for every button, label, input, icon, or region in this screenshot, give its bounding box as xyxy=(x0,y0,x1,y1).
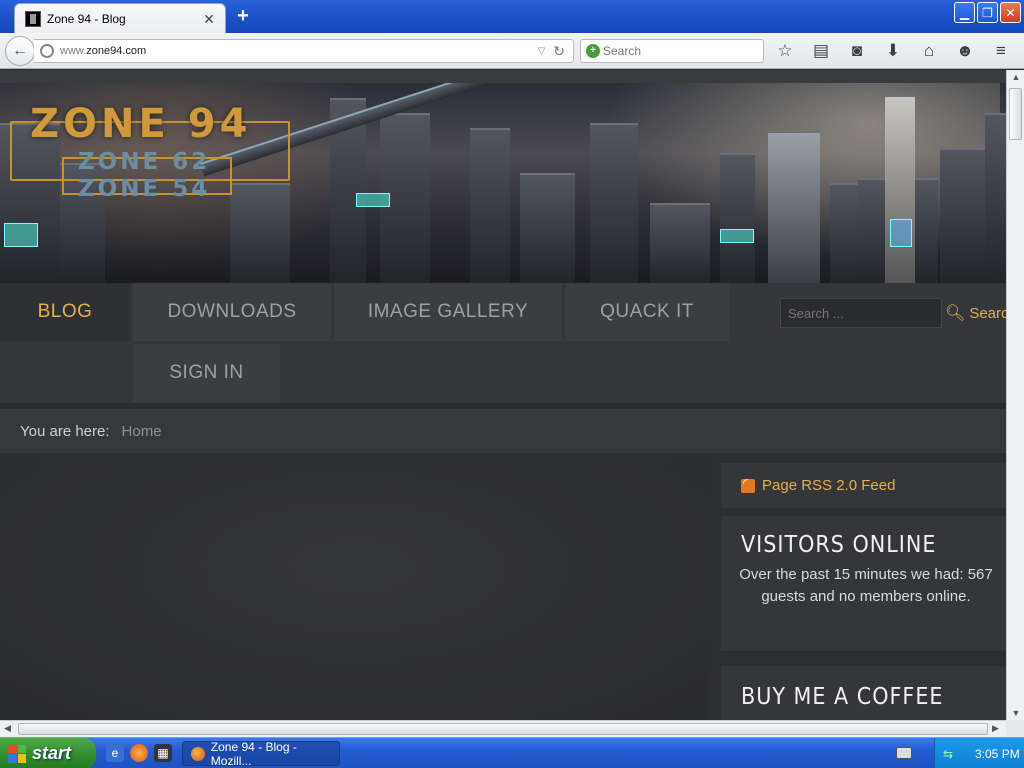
tab-close-icon[interactable]: ✕ xyxy=(201,11,217,27)
new-tab-button[interactable]: + xyxy=(232,6,254,26)
browser-titlebar: Zone 94 - Blog ✕ + ▁ ❐ ✕ xyxy=(0,0,1024,33)
browser-search-placeholder: Search xyxy=(603,44,642,58)
scroll-down-icon[interactable]: ▼ xyxy=(1010,708,1022,718)
building xyxy=(940,148,985,283)
coffee-title: BUY ME A COFFEE xyxy=(741,684,944,710)
history-dropdown-icon[interactable]: ▽ xyxy=(538,46,546,57)
browser-toolbar: ☆ ▤ ◙ ⬇ ⌂ ☻ ≡ xyxy=(772,39,1014,63)
web-page: ZONE 94 ZONE 62 ZONE 54 BLOG DOWNLOADS I… xyxy=(0,70,1006,720)
taskbar-item-label: Zone 94 - Blog - Mozill... xyxy=(210,739,297,768)
building xyxy=(650,203,710,283)
hologram-sign xyxy=(4,223,38,247)
url-domain: zone94.com xyxy=(86,45,147,57)
logo-subtitle: ZONE 54 xyxy=(78,176,211,202)
url-text: www.zone94.com xyxy=(60,45,538,57)
keyboard-icon[interactable] xyxy=(896,747,912,759)
maximize-button[interactable]: ❐ xyxy=(977,2,998,23)
main-content-panel xyxy=(0,463,708,720)
scroll-up-icon[interactable]: ▲ xyxy=(1010,72,1022,82)
taskbar-item-firefox[interactable]: Zone 94 - Blog - Mozill... xyxy=(182,739,340,768)
download-icon[interactable]: ⬇ xyxy=(880,39,906,63)
browser-navbar: ← www.zone94.com ▽ ↻ + Search ☆ ▤ ◙ ⬇ ⌂ … xyxy=(0,33,1024,69)
system-tray: ⇆ 3:05 PM xyxy=(934,738,1024,768)
building xyxy=(590,123,638,283)
building xyxy=(985,113,1006,283)
tab-title: Zone 94 - Blog xyxy=(47,11,126,26)
close-window-button[interactable]: ✕ xyxy=(1000,2,1021,23)
building xyxy=(230,183,290,283)
browser-tab[interactable]: Zone 94 - Blog ✕ xyxy=(14,3,226,33)
url-prefix: www. xyxy=(60,45,87,57)
breadcrumb-home: Home xyxy=(121,422,162,440)
reload-icon[interactable]: ↻ xyxy=(553,43,565,60)
visitors-online-module: VISITORS ONLINE Over the past 15 minutes… xyxy=(721,516,1006,651)
hologram-sign xyxy=(356,193,390,207)
buy-me-a-coffee-module: BUY ME A COFFEE xyxy=(721,666,1006,720)
content-area: Page RSS 2.0 Feed VISITORS ONLINE Over t… xyxy=(0,453,1006,720)
page-top-strip xyxy=(0,70,1006,83)
start-label: start xyxy=(32,743,72,763)
menu-item-image-gallery[interactable]: IMAGE GALLERY xyxy=(334,283,562,341)
clock[interactable]: 3:05 PM xyxy=(975,747,1020,761)
hologram-sign xyxy=(720,229,754,243)
address-bar[interactable]: www.zone94.com ▽ ↻ xyxy=(34,39,574,63)
site-search-input[interactable]: Search ... xyxy=(780,298,942,328)
building xyxy=(830,183,860,283)
site-search-button[interactable]: 🔍︎ Search xyxy=(945,298,1006,328)
home-icon[interactable]: ⌂ xyxy=(916,39,942,63)
star-icon[interactable]: ☆ xyxy=(772,39,798,63)
window-controls: ▁ ❐ ✕ xyxy=(954,2,1021,23)
scroll-right-icon[interactable]: ▶ xyxy=(992,723,999,734)
hologram-sign xyxy=(890,219,912,247)
search-icon: 🔍︎ xyxy=(945,305,966,322)
start-button[interactable]: start xyxy=(0,738,96,768)
reading-list-icon[interactable]: ▤ xyxy=(808,39,834,63)
scrollbar-thumb[interactable] xyxy=(18,723,988,735)
main-menu: BLOG DOWNLOADS IMAGE GALLERY QUACK IT SI… xyxy=(0,283,1006,403)
menu-item-quack-it[interactable]: QUACK IT xyxy=(565,283,729,341)
media-icon[interactable]: ▦ xyxy=(154,744,172,762)
search-engine-icon[interactable]: + xyxy=(586,44,600,58)
building xyxy=(885,95,915,283)
rss-label: Page RSS 2.0 Feed xyxy=(762,477,896,494)
breadcrumb-label: You are here: xyxy=(20,422,110,440)
building xyxy=(768,131,820,283)
menu-item-downloads[interactable]: DOWNLOADS xyxy=(133,283,331,341)
site-favicon-icon xyxy=(25,10,41,27)
breadcrumb: You are here: Home xyxy=(0,403,1006,453)
rss-icon xyxy=(741,476,755,493)
visitors-text: Over the past 15 minutes we had: 567 gue… xyxy=(739,566,993,605)
logo-subtitle: ZONE 62 xyxy=(78,149,211,175)
firefox-icon[interactable] xyxy=(130,744,148,762)
globe-icon xyxy=(40,44,54,58)
taskbar: start e ▦ Zone 94 - Blog - Mozill... ⇆ 3… xyxy=(0,737,1024,768)
vertical-scrollbar[interactable]: ▲ ▼ xyxy=(1006,70,1024,720)
network-icon[interactable]: ⇆ xyxy=(943,747,959,761)
menu-icon[interactable]: ≡ xyxy=(988,39,1014,63)
scrollbar-thumb[interactable] xyxy=(1009,88,1022,140)
pocket-icon[interactable]: ◙ xyxy=(844,39,870,63)
building xyxy=(720,153,755,283)
menu-item-blog[interactable]: BLOG xyxy=(0,283,130,341)
firefox-icon xyxy=(191,746,205,761)
search-button-label: Search xyxy=(969,304,1006,322)
menu-item-sign-in[interactable]: SIGN IN xyxy=(133,344,280,402)
horizontal-scrollbar[interactable]: ◀ ▶ xyxy=(0,720,1006,737)
site-logo[interactable]: ZONE 94 xyxy=(30,101,251,147)
windows-logo-icon xyxy=(8,744,26,763)
chat-icon[interactable]: ☻ xyxy=(952,39,978,63)
building xyxy=(470,128,510,283)
scroll-left-icon[interactable]: ◀ xyxy=(4,723,11,734)
site-banner[interactable]: ZONE 94 ZONE 62 ZONE 54 xyxy=(0,83,1006,283)
browser-search-field[interactable]: + Search xyxy=(580,39,764,63)
back-arrow-icon: ← xyxy=(12,42,28,59)
building xyxy=(520,173,575,283)
ie-icon[interactable]: e xyxy=(106,744,124,762)
back-button[interactable]: ← xyxy=(5,36,35,66)
quick-launch: e ▦ xyxy=(106,744,172,762)
rss-feed-link[interactable]: Page RSS 2.0 Feed xyxy=(721,463,1006,508)
visitors-title: VISITORS ONLINE xyxy=(741,532,937,558)
minimize-button[interactable]: ▁ xyxy=(954,2,975,23)
